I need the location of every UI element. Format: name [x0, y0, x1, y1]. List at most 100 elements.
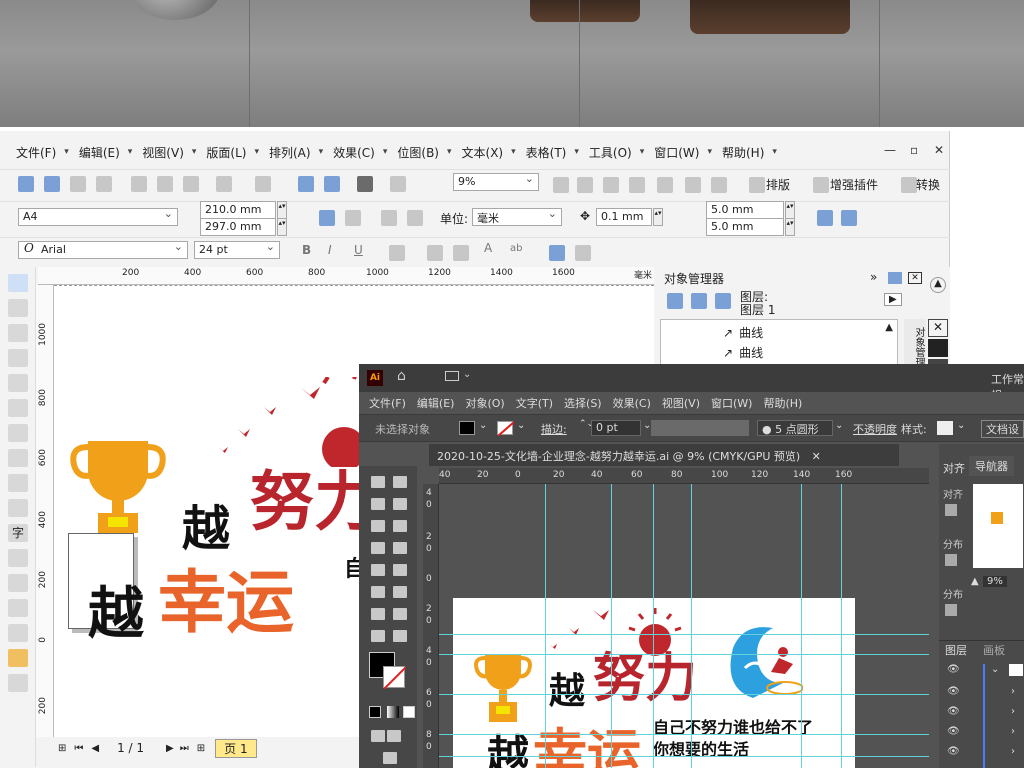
arrange-dropdown-icon[interactable]: ⌄: [463, 369, 471, 380]
style-dropdown-icon[interactable]: ⌄: [957, 420, 965, 431]
artboards-tab[interactable]: 画板: [983, 642, 1005, 658]
close-icon[interactable]: ✕: [934, 143, 944, 157]
ai-menu-object[interactable]: 对象(O): [465, 395, 504, 411]
layout-button[interactable]: 排版: [766, 176, 790, 193]
publish-icon[interactable]: [357, 175, 373, 192]
height-spinner[interactable]: ▴▾: [277, 218, 287, 236]
navigator-preview[interactable]: [973, 484, 1023, 568]
eraser-tool-icon[interactable]: [371, 564, 385, 576]
sublayer-expand-icon[interactable]: ›: [1011, 686, 1015, 697]
screen-mode-icon[interactable]: [383, 752, 397, 764]
brush-dropdown-icon[interactable]: ⌄: [835, 420, 843, 431]
artboard-tool-icon[interactable]: [371, 630, 385, 642]
new-icon[interactable]: [18, 175, 34, 192]
open-icon[interactable]: [44, 175, 60, 192]
ai-menu-file[interactable]: 文件(F): [369, 395, 406, 411]
rectangle-tool-icon[interactable]: [8, 424, 28, 442]
align-tab[interactable]: 对齐: [943, 460, 965, 476]
zoom-combo[interactable]: 9%: [453, 172, 539, 191]
arrange-documents-icon[interactable]: [445, 371, 459, 381]
guide-line[interactable]: [653, 484, 654, 768]
vertical-text-icon[interactable]: [575, 245, 591, 261]
lasso-tool-icon[interactable]: [393, 498, 407, 510]
document-close-icon[interactable]: ✕: [812, 450, 821, 463]
print-icon[interactable]: [96, 175, 112, 192]
navigator-tab[interactable]: 导航器: [969, 456, 1014, 476]
guide-line[interactable]: [545, 484, 546, 768]
palette-scroll-up-icon[interactable]: ▲: [930, 277, 946, 293]
eyedropper-tool-icon[interactable]: [8, 599, 28, 617]
black-swatch[interactable]: [928, 339, 948, 357]
menu-table[interactable]: 表格(T) ▾: [526, 144, 583, 161]
ai-menu-effect[interactable]: 效果(C): [613, 395, 651, 411]
smart-fill-icon[interactable]: [8, 399, 28, 417]
artboard[interactable]: 越 努力 越 幸运 自己不努力谁也给不了 你想要的生活: [453, 598, 855, 768]
zoom-out-icon[interactable]: [577, 177, 593, 193]
brush-select[interactable]: ● 5 点圆形: [757, 420, 833, 436]
guide-line[interactable]: [439, 654, 929, 655]
sublayer-expand-icon[interactable]: ›: [1011, 726, 1015, 737]
no-fill-icon[interactable]: ✕: [928, 319, 948, 337]
menu-view[interactable]: 视图(V) ▾: [142, 144, 200, 161]
portrait-icon[interactable]: [319, 210, 335, 226]
basic-shapes-icon[interactable]: [8, 499, 28, 517]
table-tool-icon[interactable]: [8, 549, 28, 567]
copy-icon[interactable]: [157, 175, 173, 192]
zoom-selected-icon[interactable]: [603, 177, 619, 193]
menu-effects[interactable]: 效果(C) ▾: [333, 144, 391, 161]
style-swatch[interactable]: [937, 421, 953, 435]
document-setup-button[interactable]: 文档设: [981, 420, 1024, 438]
visibility-eye-icon[interactable]: 👁: [947, 726, 960, 737]
export-icon[interactable]: [324, 175, 340, 192]
menu-window[interactable]: 窗口(W) ▾: [654, 144, 716, 161]
menu-arrange[interactable]: 排列(A) ▾: [269, 144, 327, 161]
zoom-height-icon[interactable]: [711, 177, 727, 193]
landscape-icon[interactable]: [345, 210, 361, 226]
guide-line[interactable]: [439, 634, 929, 635]
docker-minimize-icon[interactable]: [888, 272, 902, 284]
zoom-in-icon[interactable]: [553, 177, 569, 193]
distribute-icon[interactable]: [945, 554, 957, 566]
sublayer-expand-icon[interactable]: ›: [1011, 706, 1015, 717]
ai-menu-edit[interactable]: 编辑(E): [417, 395, 455, 411]
polygon-tool-icon[interactable]: [8, 474, 28, 492]
treat-as-filled-icon[interactable]: [817, 210, 833, 226]
text-align-icon[interactable]: [389, 245, 405, 261]
text-tool-icon[interactable]: 字: [8, 524, 28, 542]
menu-edit[interactable]: 编辑(E) ▾: [79, 144, 136, 161]
blend-tool-icon[interactable]: [371, 608, 385, 620]
eyedropper-tool-icon[interactable]: [393, 586, 407, 598]
app-launcher-icon[interactable]: [390, 175, 406, 192]
paste-icon[interactable]: [183, 175, 199, 192]
font-size-select[interactable]: 24 pt: [194, 240, 280, 259]
document-tab[interactable]: 2020-10-25-文化墙-企业理念-越努力越幸运.ai @ 9% (CMYK…: [429, 444, 899, 466]
last-page-icon[interactable]: ⏭: [180, 743, 189, 754]
list-item[interactable]: ↗ 曲线: [723, 324, 763, 341]
width-spinner[interactable]: ▴▾: [277, 201, 287, 219]
page-size-select[interactable]: A4: [18, 207, 178, 226]
ai-menu-select[interactable]: 选择(S): [564, 395, 602, 411]
variable-width-profile[interactable]: [651, 420, 749, 436]
ai-menu-view[interactable]: 视图(V): [662, 395, 700, 411]
layer-manager-icon[interactable]: [715, 293, 731, 309]
fill-tool-icon[interactable]: [8, 649, 28, 667]
edit-across-layers-icon[interactable]: [691, 293, 707, 309]
distribute-spacing-icon[interactable]: [945, 604, 957, 616]
dup-y-spinner[interactable]: ▴▾: [785, 218, 795, 236]
live-paint-icon[interactable]: [393, 608, 407, 620]
zoom-tool-icon[interactable]: [393, 630, 407, 642]
page-tab[interactable]: 页 1: [215, 738, 257, 758]
list-item[interactable]: ↗ 曲线: [723, 344, 763, 361]
gradient-tool-icon[interactable]: [371, 586, 385, 598]
type-tool-icon[interactable]: [371, 542, 385, 554]
align-left-icon[interactable]: [945, 504, 957, 516]
freehand-tool-icon[interactable]: [8, 374, 28, 392]
menu-bitmaps[interactable]: 位图(B) ▾: [397, 144, 455, 161]
layers-tab[interactable]: 图层: [945, 642, 967, 658]
font-select[interactable]: Arial: [18, 240, 188, 259]
stroke-swatch[interactable]: [497, 421, 515, 437]
rectangle-tool-icon[interactable]: [371, 520, 385, 532]
save-icon[interactable]: [70, 175, 86, 192]
stroke-dropdown-icon[interactable]: ⌄: [517, 420, 525, 431]
duplicate-y-input[interactable]: 5.0 mm: [706, 218, 784, 236]
